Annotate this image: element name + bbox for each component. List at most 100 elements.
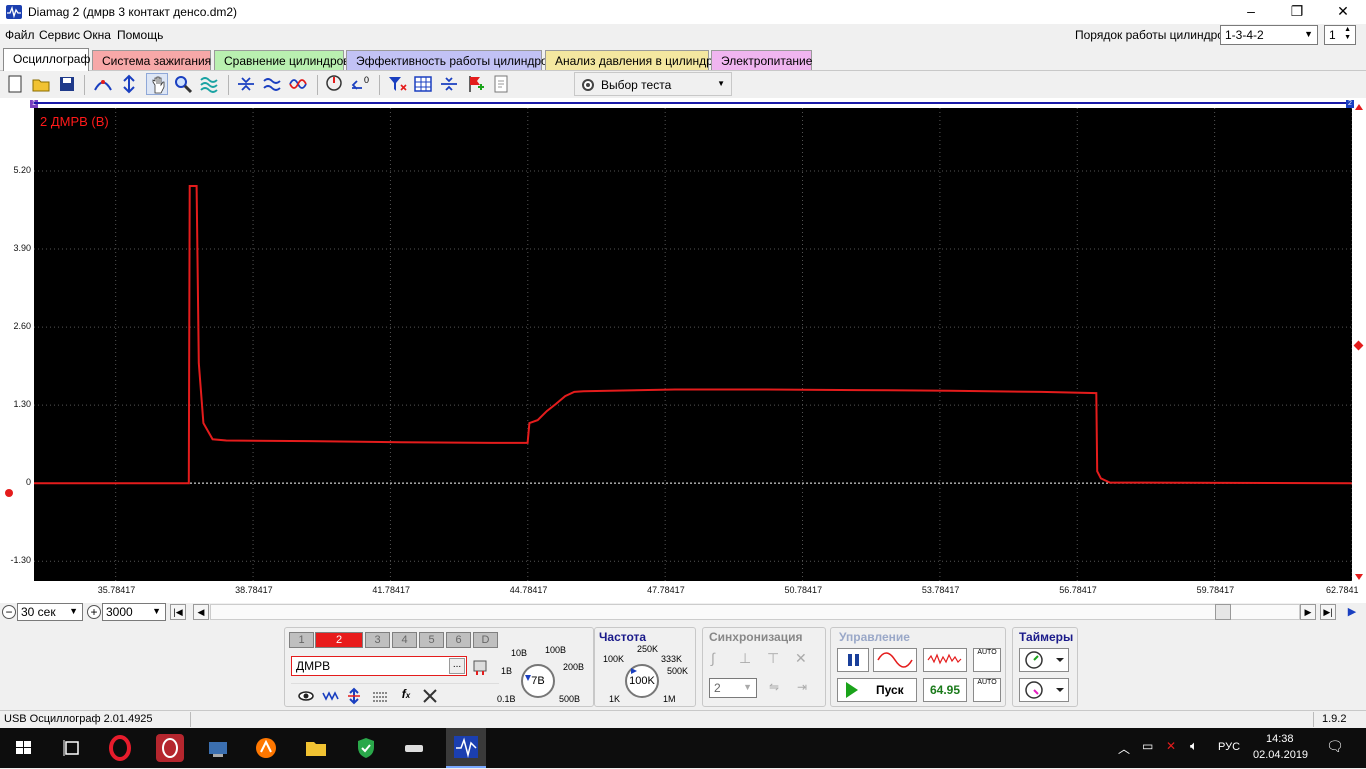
play-scroll-icon[interactable]: ▶ xyxy=(1344,604,1360,620)
clock-date[interactable]: 02.04.2019 xyxy=(1253,749,1308,761)
cylinder-order-select[interactable]: 1-3-4-2 ▼ xyxy=(1220,25,1318,45)
sync-step-up-icon[interactable]: ⊥ xyxy=(739,650,759,670)
voltage-dial[interactable]: 7В xyxy=(521,664,555,698)
zoom-out-icon[interactable]: − xyxy=(2,605,16,619)
tab-power[interactable]: Электропитание xyxy=(711,50,812,70)
invert-icon[interactable] xyxy=(345,687,363,705)
eye-icon[interactable] xyxy=(297,687,315,705)
restore-button[interactable]: ❐ xyxy=(1274,0,1320,24)
level-marker-icon[interactable] xyxy=(1353,340,1364,351)
wave-overlay-icon[interactable] xyxy=(287,73,309,95)
scroll-left-button[interactable]: ◀ xyxy=(193,604,209,620)
scroll-end-button[interactable]: ▶| xyxy=(1320,604,1336,620)
marker-flag-icon[interactable] xyxy=(464,73,486,95)
auto-sync-button[interactable]: AUTO xyxy=(973,648,1001,672)
vertical-cursor-icon[interactable] xyxy=(118,73,140,95)
open-folder-icon[interactable] xyxy=(30,73,52,95)
usb-drive-icon[interactable] xyxy=(400,734,428,762)
language-indicator[interactable]: РУС xyxy=(1218,741,1240,753)
wave-filter-icon[interactable] xyxy=(321,687,339,705)
sync-center-icon[interactable]: ⇥ xyxy=(797,680,817,698)
cylinder-select[interactable]: 1 ▲ ▼ xyxy=(1324,25,1356,45)
notification-icon[interactable]: 🗨︎ xyxy=(1326,738,1344,755)
zero-offset-icon[interactable]: 0 xyxy=(349,73,371,95)
channel-name-browse-button[interactable]: ... xyxy=(449,658,465,674)
opera-red-icon[interactable] xyxy=(156,734,184,762)
dotted-lines-icon[interactable] xyxy=(371,687,389,705)
sync-shift-icon[interactable]: ⇋ xyxy=(769,680,789,698)
channel-3-button[interactable]: 3 xyxy=(365,632,390,648)
samples-select[interactable]: 3000 ▼ xyxy=(102,603,166,621)
tab-oscilloscope[interactable]: Осциллограф xyxy=(3,48,90,71)
scroll-thumb[interactable] xyxy=(1215,604,1231,620)
oscilloscope-view[interactable]: 1 2 5.203.902.601.300-1.3035.7841738.784… xyxy=(0,98,1366,604)
zoom-icon[interactable] xyxy=(172,73,194,95)
windows-start-icon[interactable] xyxy=(10,734,38,762)
auto-scale-icon[interactable] xyxy=(323,73,345,95)
menu-service[interactable]: Сервис xyxy=(39,28,80,42)
task-view-icon[interactable] xyxy=(58,734,86,762)
hand-pan-icon[interactable] xyxy=(146,73,168,95)
minimize-button[interactable]: – xyxy=(1228,0,1274,24)
sync-rising-edge-icon[interactable]: ∫ xyxy=(711,650,731,670)
shield-icon[interactable] xyxy=(352,734,380,762)
folder-icon[interactable] xyxy=(302,734,330,762)
scroll-start-button[interactable]: |◀ xyxy=(170,604,186,620)
compress-vertical-icon[interactable] xyxy=(235,73,257,95)
menu-windows[interactable]: Окна xyxy=(83,28,111,42)
probe-icon[interactable] xyxy=(471,658,489,676)
sync-disabled-icon[interactable]: ✕ xyxy=(795,650,815,670)
menu-help[interactable]: Помощь xyxy=(117,28,163,42)
function-icon[interactable]: fx xyxy=(397,687,415,705)
table-icon[interactable] xyxy=(412,73,434,95)
document-icon[interactable] xyxy=(490,73,512,95)
channel-2-button[interactable]: 2 xyxy=(315,632,363,648)
horizontal-split-icon[interactable] xyxy=(438,73,460,95)
tab-cylinder-compare[interactable]: Сравнение цилиндров xyxy=(214,50,350,70)
new-file-icon[interactable] xyxy=(4,73,26,95)
tab-cylinder-pressure[interactable]: Анализ давления в цилиндре xyxy=(545,50,719,70)
zero-marker-icon[interactable] xyxy=(5,489,13,497)
tools-icon[interactable] xyxy=(421,687,439,705)
channel-5-button[interactable]: 5 xyxy=(419,632,444,648)
battery-icon[interactable]: ▭ xyxy=(1142,739,1153,753)
close-button[interactable]: ✕ xyxy=(1320,0,1366,24)
channel-6-button[interactable]: 6 xyxy=(446,632,471,648)
zoom-in-icon[interactable]: + xyxy=(87,605,101,619)
wave-stack-icon[interactable] xyxy=(261,73,283,95)
avast-icon[interactable] xyxy=(252,734,280,762)
pc-icon[interactable] xyxy=(204,734,232,762)
channel-d-button[interactable]: D xyxy=(473,632,498,648)
save-icon[interactable] xyxy=(56,73,78,95)
plot-area[interactable] xyxy=(34,108,1353,581)
opera-icon[interactable] xyxy=(106,734,134,762)
noise-mode-button[interactable] xyxy=(923,648,967,672)
tab-ignition[interactable]: Система зажигания xyxy=(92,50,211,70)
marker-right[interactable]: 2 xyxy=(1346,100,1354,108)
pause-button[interactable] xyxy=(837,648,869,672)
test-select[interactable]: Выбор теста ▼ xyxy=(574,72,732,96)
volume-icon[interactable]: 🔈︎ xyxy=(1190,738,1198,754)
timer-1-button[interactable] xyxy=(1019,648,1069,672)
sync-channel-select[interactable]: 2 ▼ xyxy=(709,678,757,698)
run-button[interactable]: Пуск xyxy=(837,678,917,702)
network-icon[interactable]: ✕ xyxy=(1166,739,1176,753)
filter-icon[interactable] xyxy=(386,73,408,95)
tray-chevron-icon[interactable]: ︿ xyxy=(1118,740,1130,757)
clock-time[interactable]: 14:38 xyxy=(1266,733,1294,745)
channel-name-input[interactable]: ДМРВ xyxy=(291,656,467,676)
channel-4-button[interactable]: 4 xyxy=(392,632,417,648)
scroll-right-button[interactable]: ▶ xyxy=(1300,604,1316,620)
menu-file[interactable]: Файл xyxy=(5,28,35,42)
auto-run-button[interactable]: AUTO xyxy=(973,678,1001,702)
signal-layers-icon[interactable] xyxy=(198,73,220,95)
channel-1-button[interactable]: 1 xyxy=(289,632,314,648)
scroll-track[interactable] xyxy=(210,604,1300,620)
diamag-taskbar-button[interactable] xyxy=(446,728,486,768)
tab-cylinder-efficiency[interactable]: Эффективность работы цилиндров xyxy=(346,50,554,70)
timebase-select[interactable]: 30 сек ▼ xyxy=(17,603,83,621)
sync-step-down-icon[interactable]: ⊤ xyxy=(767,650,787,670)
timer-2-button[interactable] xyxy=(1019,678,1069,702)
cursor-curve-icon[interactable] xyxy=(92,73,114,95)
sine-mode-button[interactable] xyxy=(873,648,917,672)
